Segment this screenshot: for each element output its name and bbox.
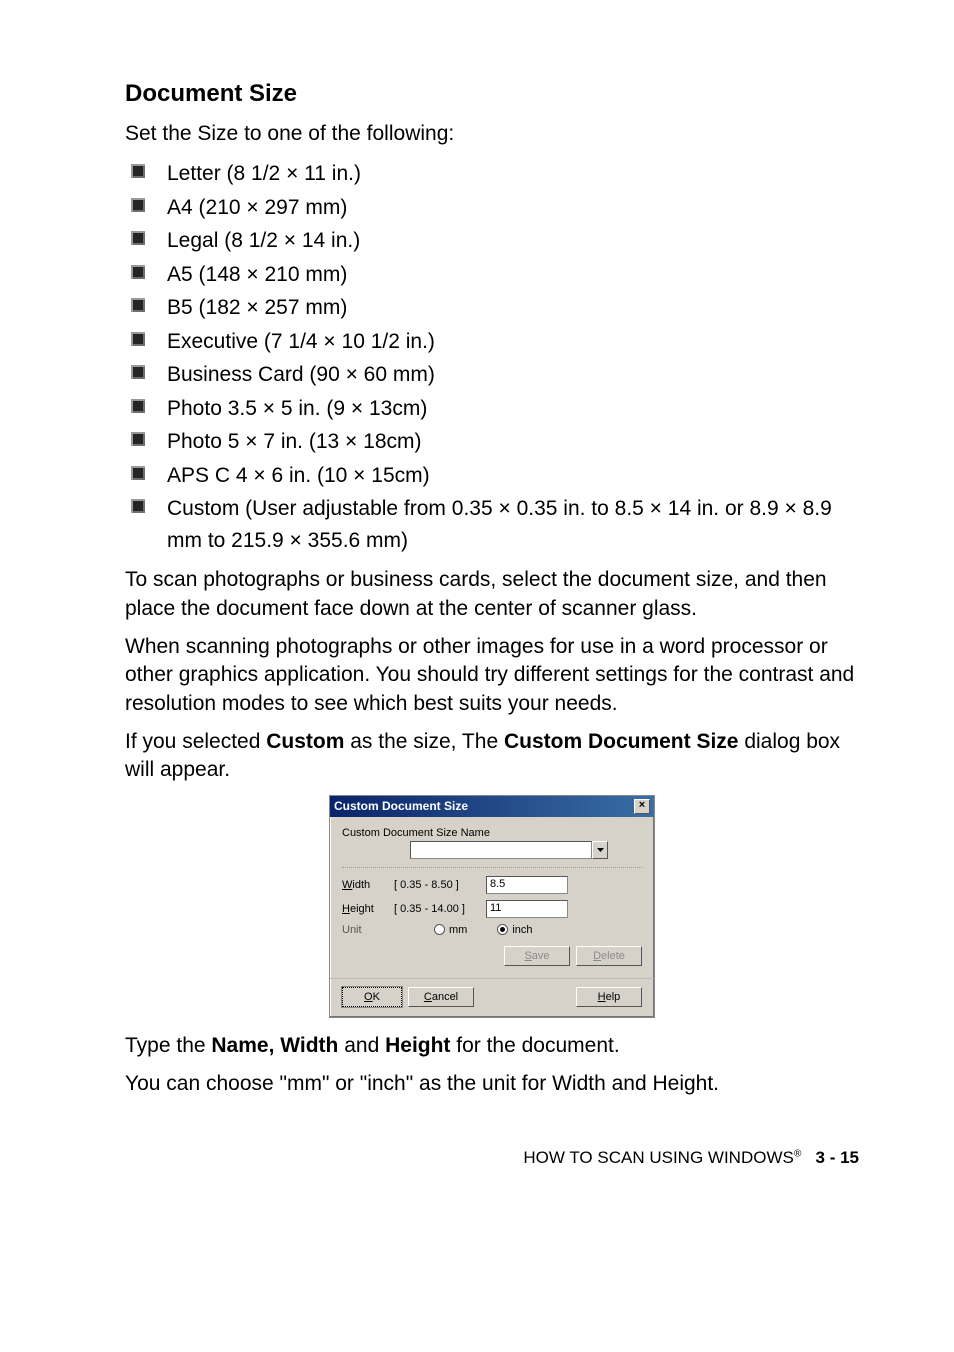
height-range: [ 0.35 - 14.00 ] bbox=[394, 903, 486, 915]
dialog-title: Custom Document Size bbox=[334, 799, 468, 813]
size-item: Photo 3.5 × 5 in. (9 × 13cm) bbox=[125, 393, 859, 425]
radio-icon bbox=[497, 924, 508, 935]
chevron-down-icon bbox=[597, 848, 604, 852]
unit-mm-radio[interactable]: mm bbox=[434, 924, 467, 936]
radio-icon bbox=[434, 924, 445, 935]
text: and bbox=[338, 1034, 385, 1057]
text: for the document. bbox=[450, 1034, 619, 1057]
cancel-button[interactable]: Cancel bbox=[408, 987, 474, 1007]
page-footer: HOW TO SCAN USING WINDOWS® 3 - 15 bbox=[125, 1148, 859, 1168]
text: Type the bbox=[125, 1034, 211, 1057]
paragraph-instruction: Type the Name, Width and Height for the … bbox=[125, 1032, 859, 1060]
size-item: Business Card (90 × 60 mm) bbox=[125, 359, 859, 391]
save-button[interactable]: Save bbox=[504, 946, 570, 966]
text: ave bbox=[532, 950, 550, 962]
text: elete bbox=[601, 950, 625, 962]
text: D bbox=[593, 950, 601, 962]
name-combo[interactable] bbox=[410, 841, 642, 859]
unit-inch-radio[interactable]: inch bbox=[497, 924, 532, 936]
document-size-list: Letter (8 1/2 × 11 in.) A4 (210 × 297 mm… bbox=[125, 158, 859, 556]
close-icon[interactable]: × bbox=[634, 799, 650, 814]
height-label: Height bbox=[342, 903, 394, 915]
text: ancel bbox=[432, 991, 458, 1003]
dropdown-button[interactable] bbox=[592, 841, 608, 859]
paragraph-unit: You can choose "mm" or "inch" as the uni… bbox=[125, 1070, 859, 1098]
size-item: Executive (7 1/4 × 10 1/2 in.) bbox=[125, 326, 859, 358]
dialog-body: Custom Document Size Name Width [ 0.35 -… bbox=[330, 817, 654, 978]
section-heading: Document Size bbox=[125, 80, 859, 108]
footer-text: HOW TO SCAN USING WINDOWS bbox=[523, 1148, 793, 1167]
paragraph-scan-photos: To scan photographs or business cards, s… bbox=[125, 566, 859, 623]
width-label: Width bbox=[342, 879, 394, 891]
text: S bbox=[524, 950, 531, 962]
text: H bbox=[342, 903, 350, 915]
text: nch bbox=[515, 924, 533, 936]
height-row: Height [ 0.35 - 14.00 ] 11 bbox=[342, 900, 642, 918]
text-bold: Height bbox=[385, 1034, 450, 1057]
text: eight bbox=[350, 903, 374, 915]
text: H bbox=[598, 991, 606, 1003]
unit-label: Unit bbox=[342, 924, 394, 936]
custom-document-size-dialog: Custom Document Size × Custom Document S… bbox=[329, 795, 655, 1018]
size-item: Letter (8 1/2 × 11 in.) bbox=[125, 158, 859, 190]
text: C bbox=[424, 991, 432, 1003]
text: If you selected bbox=[125, 730, 266, 753]
help-button[interactable]: Help bbox=[576, 987, 642, 1007]
size-item: Photo 5 × 7 in. (13 × 18cm) bbox=[125, 426, 859, 458]
text: Custom Document Size Name bbox=[342, 827, 490, 839]
text: idth bbox=[352, 879, 370, 891]
name-label: Custom Document Size Name bbox=[342, 827, 642, 839]
save-delete-row: Save Delete bbox=[342, 946, 642, 966]
paragraph-settings: When scanning photographs or other image… bbox=[125, 633, 859, 718]
size-item: A5 (148 × 210 mm) bbox=[125, 259, 859, 291]
intro-paragraph: Set the Size to one of the following: bbox=[125, 120, 859, 148]
unit-row: Unit mm inch bbox=[342, 924, 642, 936]
text: m bbox=[458, 924, 467, 936]
divider bbox=[342, 867, 642, 868]
size-item: A4 (210 × 297 mm) bbox=[125, 192, 859, 224]
size-item: Custom (User adjustable from 0.35 × 0.35… bbox=[125, 493, 859, 556]
text-bold: Name, Width bbox=[211, 1034, 338, 1057]
text-bold: Custom bbox=[266, 730, 344, 753]
dialog-footer: OK Cancel Help bbox=[330, 978, 654, 1017]
text: W bbox=[342, 879, 352, 891]
width-field[interactable]: 8.5 bbox=[486, 876, 568, 894]
name-input[interactable] bbox=[410, 841, 592, 859]
ok-button[interactable]: OK bbox=[342, 987, 402, 1007]
page-number: 3 - 15 bbox=[816, 1148, 859, 1167]
dialog-titlebar: Custom Document Size × bbox=[330, 796, 654, 817]
text: K bbox=[373, 991, 380, 1003]
height-field[interactable]: 11 bbox=[486, 900, 568, 918]
text: O bbox=[364, 991, 373, 1003]
text: as the size, The bbox=[344, 730, 504, 753]
text: m bbox=[449, 924, 458, 936]
size-item: Legal (8 1/2 × 14 in.) bbox=[125, 225, 859, 257]
paragraph-custom: If you selected Custom as the size, The … bbox=[125, 728, 859, 785]
width-range: [ 0.35 - 8.50 ] bbox=[394, 879, 486, 891]
text: elp bbox=[606, 991, 621, 1003]
registered-mark: ® bbox=[794, 1149, 802, 1160]
size-item: APS C 4 × 6 in. (10 × 15cm) bbox=[125, 460, 859, 492]
text-bold: Custom Document Size bbox=[504, 730, 739, 753]
delete-button[interactable]: Delete bbox=[576, 946, 642, 966]
size-item: B5 (182 × 257 mm) bbox=[125, 292, 859, 324]
width-row: Width [ 0.35 - 8.50 ] 8.5 bbox=[342, 876, 642, 894]
dialog-figure: Custom Document Size × Custom Document S… bbox=[125, 795, 859, 1018]
page: Document Size Set the Size to one of the… bbox=[0, 0, 954, 1228]
